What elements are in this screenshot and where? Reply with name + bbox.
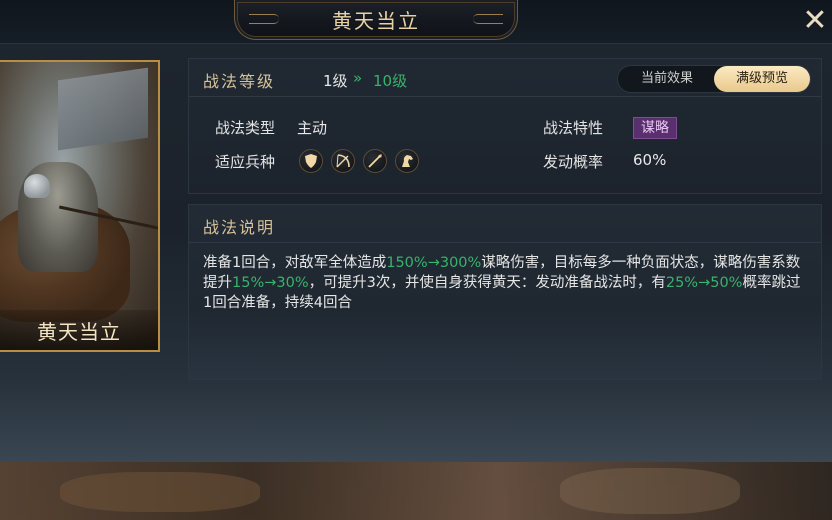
close-button[interactable]: ✕ (800, 4, 830, 38)
skill-description-section: 战法说明 准备1回合，对敌军全体造成150%→300%谋略伤害，目标每多一种负面… (188, 204, 822, 380)
description-title: 战法说明 (203, 218, 276, 237)
level-current: 1级 (323, 72, 348, 90)
unit-icons (299, 149, 419, 173)
level-header: 战法等级 1级 » 10级 当前效果 满级预览 (189, 59, 821, 97)
skill-card: 黄天当立 (0, 60, 160, 352)
background-blur-left (60, 472, 260, 512)
page-title: 黄天当立 (332, 9, 420, 33)
horse-icon (395, 149, 419, 173)
close-icon[interactable]: ✕ (802, 3, 827, 38)
tab-max-preview[interactable]: 满级预览 (714, 66, 810, 92)
background-strip (0, 462, 832, 520)
desc-part-1: 准备1回合，对敌军全体造成 (203, 255, 387, 271)
trait-badge: 谋略 (633, 117, 677, 139)
description-text: 准备1回合，对敌军全体造成150%→300%谋略伤害，目标每多一种负面状态，谋略… (203, 253, 809, 313)
desc-highlight-coefficient: 15%→30% (232, 275, 309, 291)
trait-label: 战法特性 (543, 119, 604, 137)
desc-highlight-damage: 150%→300% (386, 255, 482, 271)
level-arrow-icon: » (353, 69, 363, 87)
type-value: 主动 (297, 119, 328, 137)
desc-highlight-chance: 25%→50% (665, 275, 743, 291)
card-name-bar: 黄天当立 (0, 310, 158, 350)
card-name: 黄天当立 (37, 319, 121, 344)
description-header: 战法说明 (189, 205, 821, 243)
desc-part-3: ，可提升3次，并使自身获得黄天：发动准备战法时，有 (308, 275, 666, 291)
bow-icon (331, 149, 355, 173)
rate-label: 发动概率 (543, 153, 604, 171)
title-plate: 黄天当立 (234, 0, 518, 40)
rate-value: 60% (633, 151, 667, 169)
type-label: 战法类型 (215, 119, 276, 137)
card-art-helmet (24, 174, 50, 198)
ornament-left (249, 14, 279, 24)
level-max: 10级 (373, 72, 408, 90)
units-label: 适应兵种 (215, 153, 276, 171)
spear-icon (363, 149, 387, 173)
skill-level-section: 战法等级 1级 » 10级 当前效果 满级预览 战法类型 主动 战法特性 谋略 … (188, 58, 822, 194)
shield-icon (299, 149, 323, 173)
level-title: 战法等级 (203, 72, 276, 91)
tab-current-effect[interactable]: 当前效果 (622, 66, 712, 92)
ornament-right (473, 14, 503, 24)
card-art-banner (58, 67, 148, 151)
background-blur-right (560, 468, 740, 514)
effect-toggle[interactable]: 当前效果 满级预览 (617, 65, 811, 93)
top-bar: 黄天当立 ✕ (0, 0, 832, 44)
